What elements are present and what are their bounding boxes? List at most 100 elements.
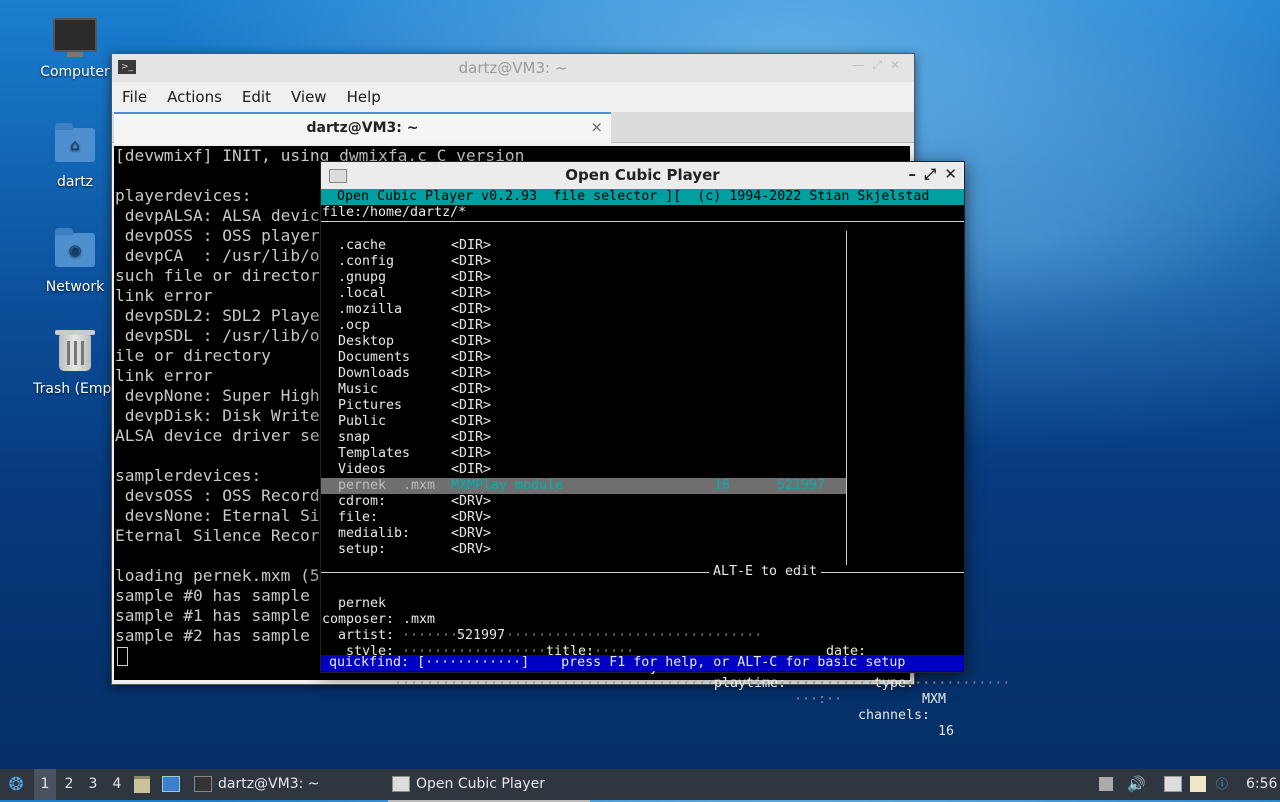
- taskbar: ❂ 1 2 3 4 dartz@VM3: ~ Open Cubic Player…: [0, 769, 1280, 802]
- file-name: .local: [338, 286, 387, 301]
- edit-hint-line: ALT-E to edit: [321, 564, 964, 580]
- info-comment-value[interactable]: ········································…: [394, 676, 1010, 692]
- file-ext: .mxm: [403, 478, 436, 493]
- menu-file[interactable]: File: [112, 82, 157, 106]
- file-row[interactable]: Documents <DIR>: [321, 350, 846, 366]
- file-row[interactable]: Videos <DIR>: [321, 462, 846, 478]
- terminal-tab[interactable]: dartz@VM3: ~ ×: [114, 112, 611, 144]
- file-tag: <DIR>: [451, 430, 492, 445]
- volume-icon[interactable]: 🔊: [1127, 769, 1146, 800]
- file-tag: <DIR>: [451, 398, 492, 413]
- ocp-divider: [846, 231, 847, 565]
- file-tag: <DIR>: [451, 238, 492, 253]
- workspace-1[interactable]: 1: [34, 769, 56, 800]
- menu-actions[interactable]: Actions: [157, 82, 232, 106]
- desktop-icon-network[interactable]: ◉ Network: [25, 228, 125, 295]
- task-label: Open Cubic Player: [416, 776, 545, 792]
- file-tag: <DIR>: [451, 254, 492, 269]
- maximize-button[interactable]: ⤢: [924, 165, 936, 183]
- file-row[interactable]: snap <DIR>: [321, 430, 846, 446]
- terminal-tab-label: dartz@VM3: ~: [306, 120, 419, 136]
- file-row[interactable]: Public <DIR>: [321, 414, 846, 430]
- tab-close-icon[interactable]: ×: [590, 118, 603, 136]
- file-row[interactable]: Desktop <DIR>: [321, 334, 846, 350]
- info-type-value: MXM: [922, 692, 947, 707]
- file-name: Desktop: [338, 334, 395, 349]
- terminal-tabbar: dartz@VM3: ~ ×: [112, 112, 914, 144]
- file-row[interactable]: Pictures <DIR>: [321, 398, 846, 414]
- ocp-titlebar[interactable]: Open Cubic Player – ⤢ ✕: [321, 162, 964, 189]
- desktop-icon-computer[interactable]: Computer: [25, 18, 125, 80]
- workspace-3[interactable]: 3: [82, 769, 104, 800]
- close-button[interactable]: ✕: [944, 165, 957, 183]
- file-tag: <DIR>: [451, 366, 492, 381]
- file-row[interactable]: medialib: <DRV>: [321, 526, 846, 542]
- file-tag: <DRV>: [451, 510, 492, 525]
- network-folder-icon: ◉: [53, 228, 97, 273]
- file-name: Videos: [338, 462, 387, 477]
- file-name: snap: [338, 430, 371, 445]
- file-row[interactable]: .gnupg <DIR>: [321, 270, 846, 286]
- start-menu-icon[interactable]: ❂: [4, 769, 28, 800]
- task-ocp[interactable]: Open Cubic Player: [388, 769, 590, 802]
- menu-view[interactable]: View: [281, 82, 337, 106]
- file-row-selected[interactable]: pernek .mxm MXMPlay module 16 521997: [321, 478, 846, 494]
- file-row[interactable]: .mozilla <DIR>: [321, 302, 846, 318]
- file-manager-icon[interactable]: [134, 769, 154, 800]
- file-row[interactable]: cdrom: <DRV>: [321, 494, 846, 510]
- file-row[interactable]: Downloads <DIR>: [321, 366, 846, 382]
- file-size: 521997: [777, 478, 826, 493]
- file-tag: MXMPlay module: [451, 478, 564, 493]
- workspace-2[interactable]: 2: [58, 769, 80, 800]
- file-list[interactable]: .cache <DIR> .config <DIR> .gnupg <DIR> .local…: [321, 238, 846, 564]
- workspace-4[interactable]: 4: [106, 769, 128, 800]
- file-tag: <DIR>: [451, 350, 492, 365]
- file-row[interactable]: .ocp <DIR>: [321, 318, 846, 334]
- clipboard-icon[interactable]: [1190, 769, 1210, 800]
- file-tag: <DIR>: [451, 382, 492, 397]
- file-name: setup:: [338, 542, 387, 557]
- file-name: Public: [338, 414, 387, 429]
- eject-icon[interactable]: [1099, 769, 1115, 800]
- info-channels-value: 16: [938, 724, 955, 739]
- desktop-icon-label: Computer: [40, 64, 110, 80]
- file-tag: <DIR>: [451, 318, 492, 333]
- terminal-titlebar[interactable]: >_ dartz@VM3: ~ —⤢✕: [112, 54, 914, 82]
- file-row[interactable]: .local <DIR>: [321, 286, 846, 302]
- file-row[interactable]: Music <DIR>: [321, 382, 846, 398]
- window-buttons[interactable]: —⤢✕: [852, 58, 908, 73]
- menu-help[interactable]: Help: [337, 82, 391, 106]
- edit-hint: ALT-E to edit: [709, 564, 822, 580]
- file-row[interactable]: .config <DIR>: [321, 254, 846, 270]
- menu-edit[interactable]: Edit: [232, 82, 281, 106]
- file-tag: <DRV>: [451, 542, 492, 557]
- terminal-cursor: [117, 647, 128, 666]
- terminal-menubar: File Actions Edit View Help: [112, 82, 914, 112]
- file-name: Templates: [338, 446, 411, 461]
- ocp-app-icon: [392, 776, 410, 792]
- desktop-icon-label: dartz: [56, 174, 94, 190]
- quickfind-bar[interactable]: quickfind: [············] press F1 for h…: [321, 655, 964, 671]
- trash-icon: [53, 330, 97, 375]
- display-icon[interactable]: [1164, 769, 1182, 800]
- notification-icon[interactable]: ⓘ: [1216, 769, 1232, 800]
- file-row[interactable]: .cache <DIR>: [321, 238, 846, 254]
- show-desktop-icon[interactable]: [162, 769, 184, 800]
- ocp-title: Open Cubic Player: [565, 166, 720, 184]
- file-row[interactable]: Templates <DIR>: [321, 446, 846, 462]
- ocp-window[interactable]: Open Cubic Player – ⤢ ✕ Open Cubic Playe…: [320, 161, 1010, 739]
- file-tag: <DIR>: [451, 414, 492, 429]
- task-terminal[interactable]: dartz@VM3: ~: [190, 769, 380, 800]
- file-row[interactable]: file: <DRV>: [321, 510, 846, 526]
- desktop-icon-home[interactable]: ⌂ dartz: [25, 123, 125, 190]
- info-playtime-value: ···:··: [794, 692, 843, 707]
- file-name: .gnupg: [338, 270, 387, 285]
- file-tag: <DIR>: [451, 270, 492, 285]
- file-tag: <DIR>: [451, 334, 492, 349]
- ocp-separator: [321, 221, 964, 222]
- clock[interactable]: 6:56: [1246, 769, 1277, 800]
- minimize-button[interactable]: –: [909, 165, 917, 183]
- desktop-icon-label: Network: [45, 279, 105, 295]
- file-row[interactable]: setup: <DRV>: [321, 542, 846, 558]
- file-name: cdrom:: [338, 494, 387, 509]
